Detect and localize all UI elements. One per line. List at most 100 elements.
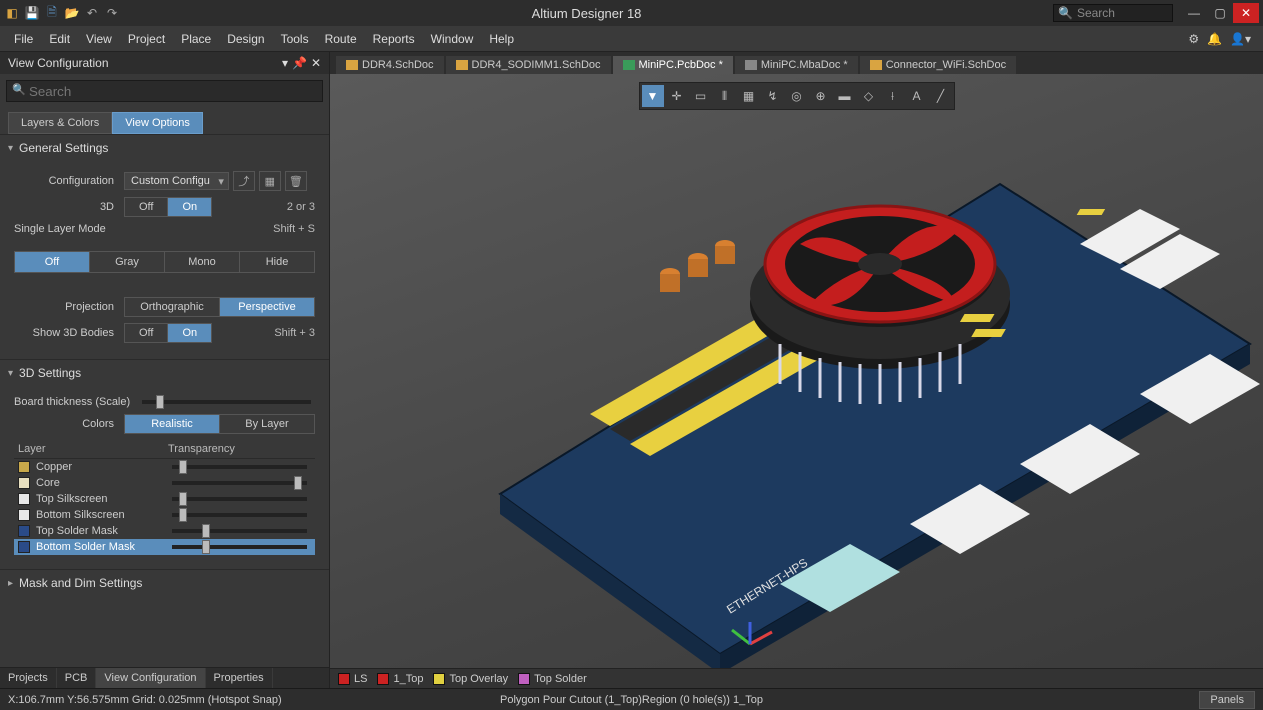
undo-icon[interactable]: ↶ xyxy=(84,5,100,21)
titlebar-search[interactable]: 🔍 Search xyxy=(1053,4,1173,22)
layer-strip-swatch xyxy=(433,673,445,685)
menu-window[interactable]: Window xyxy=(423,32,482,46)
table-hdr-transparency: Transparency xyxy=(168,443,311,455)
panel-close-icon[interactable]: ✕ xyxy=(311,56,321,70)
panels-button[interactable]: Panels xyxy=(1199,691,1255,709)
layer-strip-item[interactable]: Top Overlay xyxy=(433,673,508,685)
panel-search-input[interactable] xyxy=(6,80,323,102)
minimize-button[interactable]: — xyxy=(1181,3,1207,23)
menu-route[interactable]: Route xyxy=(317,32,365,46)
layer-row[interactable]: Bottom Silkscreen xyxy=(14,507,315,523)
colors-bylayer[interactable]: By Layer xyxy=(220,415,314,433)
btab-projects[interactable]: Projects xyxy=(0,668,57,688)
layer-row[interactable]: Top Solder Mask xyxy=(14,523,315,539)
line-icon[interactable]: ╱ xyxy=(930,85,952,107)
menu-file[interactable]: File xyxy=(6,32,41,46)
subtab-view-options[interactable]: View Options xyxy=(112,112,203,134)
maximize-button[interactable]: ▢ xyxy=(1207,3,1233,23)
grid-icon[interactable]: ▦ xyxy=(738,85,760,107)
single-layer-mode-group[interactable]: Off Gray Mono Hide xyxy=(14,251,315,273)
transparency-slider[interactable] xyxy=(172,545,307,549)
save-icon[interactable]: 💾 xyxy=(24,5,40,21)
layer-strip-item[interactable]: Top Solder xyxy=(518,673,587,685)
slm-gray[interactable]: Gray xyxy=(90,252,165,272)
transparency-slider[interactable] xyxy=(172,513,307,517)
doc-tab[interactable]: DDR4_SODIMM1.SchDoc xyxy=(446,56,611,74)
section-mask[interactable]: Mask and Dim Settings xyxy=(0,569,329,596)
via-icon[interactable]: ◎ xyxy=(786,85,808,107)
align-icon[interactable]: ⫴ xyxy=(714,85,736,107)
layer-row[interactable]: Top Silkscreen xyxy=(14,491,315,507)
layer-swatch xyxy=(18,509,30,521)
filter-icon[interactable]: ▼ xyxy=(642,85,664,107)
colors-realistic[interactable]: Realistic xyxy=(125,415,220,433)
btab-view-config[interactable]: View Configuration xyxy=(96,668,205,688)
doc-tab[interactable]: MiniPC.MbaDoc * xyxy=(735,56,858,74)
menu-design[interactable]: Design xyxy=(219,32,272,46)
text-icon[interactable]: A xyxy=(906,85,928,107)
3d-toggle[interactable]: Off On xyxy=(124,197,212,217)
layer-strip-item[interactable]: 1_Top xyxy=(377,673,423,685)
layer-row[interactable]: Bottom Solder Mask xyxy=(14,539,315,555)
3d-on[interactable]: On xyxy=(168,198,211,216)
slm-shortcut: Shift + S xyxy=(273,223,315,235)
slm-off[interactable]: Off xyxy=(15,252,90,272)
menu-place[interactable]: Place xyxy=(173,32,219,46)
menu-help[interactable]: Help xyxy=(481,32,522,46)
doc-tab[interactable]: Connector_WiFi.SchDoc xyxy=(860,56,1016,74)
gear-icon[interactable]: ⚙ xyxy=(1188,32,1199,46)
transparency-slider[interactable] xyxy=(172,481,307,485)
slm-hide[interactable]: Hide xyxy=(240,252,314,272)
btab-properties[interactable]: Properties xyxy=(206,668,273,688)
move-icon[interactable]: ✛ xyxy=(666,85,688,107)
layer-row[interactable]: Copper xyxy=(14,459,315,475)
transparency-slider[interactable] xyxy=(172,465,307,469)
layer-row[interactable]: Core xyxy=(14,475,315,491)
config-dropdown[interactable]: Custom Configu xyxy=(124,172,229,190)
slm-mono[interactable]: Mono xyxy=(165,252,240,272)
menu-project[interactable]: Project xyxy=(120,32,173,46)
route-icon[interactable]: ↯ xyxy=(762,85,784,107)
polygon-icon[interactable]: ◇ xyxy=(858,85,880,107)
config-save-button[interactable]: ⤴ xyxy=(233,171,255,191)
panel-pin-icon[interactable]: 📌 xyxy=(292,56,307,70)
btab-pcb[interactable]: PCB xyxy=(57,668,97,688)
projection-perspective[interactable]: Perspective xyxy=(220,298,314,316)
projection-ortho[interactable]: Orthographic xyxy=(125,298,220,316)
panel-header: View Configuration ▾ 📌 ✕ xyxy=(0,52,329,74)
close-button[interactable]: ✕ xyxy=(1233,3,1259,23)
layer-strip-swatch xyxy=(338,673,350,685)
panel-menu-icon[interactable]: ▾ xyxy=(282,56,288,70)
pcb-3d-canvas[interactable]: ▼ ✛ ▭ ⫴ ▦ ↯ ◎ ⊕ ▬ ◇ ⟊ A ╱ xyxy=(330,74,1263,668)
user-icon[interactable]: 👤▾ xyxy=(1230,32,1251,46)
menu-reports[interactable]: Reports xyxy=(365,32,423,46)
open-icon[interactable]: 📂 xyxy=(64,5,80,21)
transparency-slider[interactable] xyxy=(172,529,307,533)
layer-strip-item[interactable]: LS xyxy=(338,673,367,685)
pad-icon[interactable]: ▬ xyxy=(834,85,856,107)
transparency-slider[interactable] xyxy=(172,497,307,501)
select-rect-icon[interactable]: ▭ xyxy=(690,85,712,107)
doc-tab[interactable]: DDR4.SchDoc xyxy=(336,56,444,74)
menu-view[interactable]: View xyxy=(78,32,120,46)
menu-edit[interactable]: Edit xyxy=(41,32,78,46)
subtab-layers[interactable]: Layers & Colors xyxy=(8,112,112,134)
3d-off[interactable]: Off xyxy=(125,198,168,216)
statusbar: X:106.7mm Y:56.575mm Grid: 0.025mm (Hots… xyxy=(0,688,1263,710)
config-load-button[interactable]: ▦ xyxy=(259,171,281,191)
thickness-slider[interactable] xyxy=(142,400,311,404)
section-general[interactable]: General Settings xyxy=(0,134,329,161)
config-delete-button[interactable]: 🗑 xyxy=(285,171,307,191)
dimension-icon[interactable]: ⟊ xyxy=(882,85,904,107)
save-all-icon[interactable]: 🗎 xyxy=(44,5,60,21)
doc-tabs: DDR4.SchDocDDR4_SODIMM1.SchDocMiniPC.Pcb… xyxy=(330,52,1263,74)
bodies-on[interactable]: On xyxy=(168,324,211,342)
menu-tools[interactable]: Tools xyxy=(273,32,317,46)
bell-icon[interactable]: 🔔 xyxy=(1207,32,1222,46)
bodies-off[interactable]: Off xyxy=(125,324,168,342)
section-3d[interactable]: 3D Settings xyxy=(0,359,329,386)
redo-icon[interactable]: ↷ xyxy=(104,5,120,21)
doc-tab[interactable]: MiniPC.PcbDoc * xyxy=(613,56,733,74)
layer-name: Core xyxy=(36,477,168,489)
place-icon[interactable]: ⊕ xyxy=(810,85,832,107)
